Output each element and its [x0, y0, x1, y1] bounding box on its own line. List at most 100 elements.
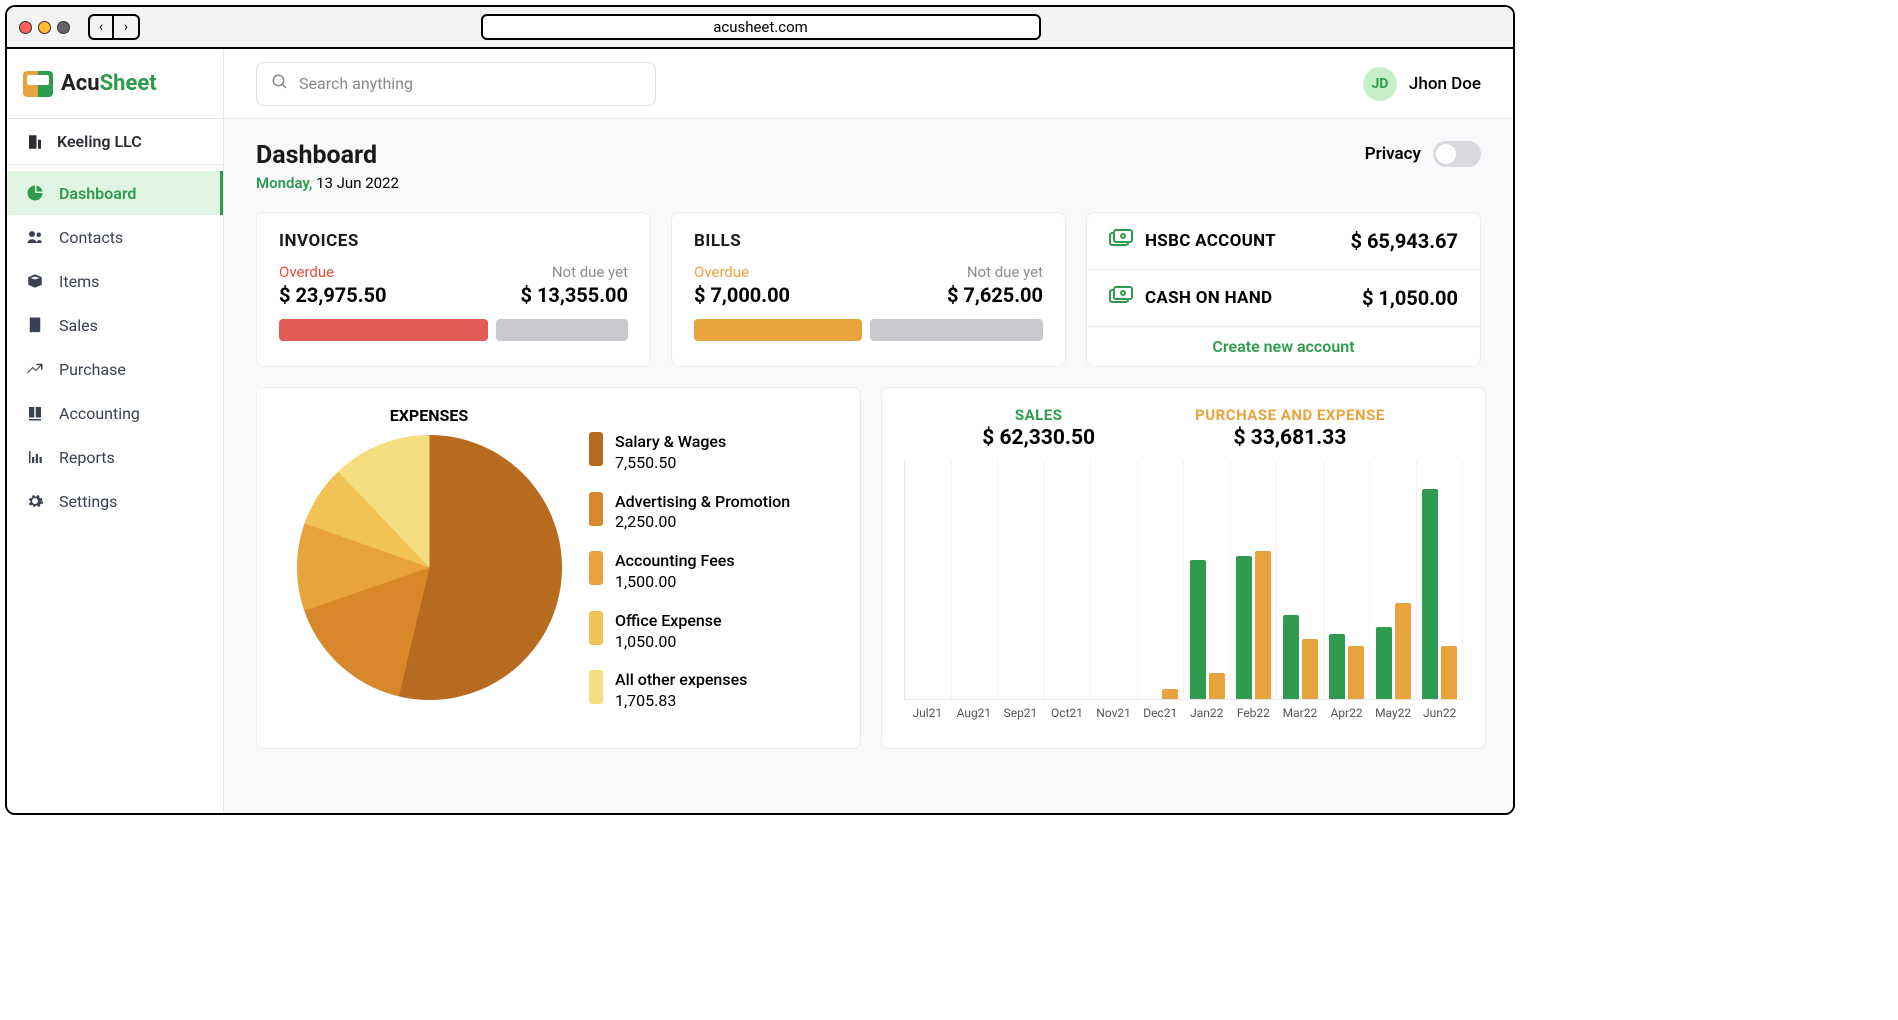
privacy-label: Privacy — [1365, 144, 1421, 164]
page-title: Dashboard — [256, 141, 399, 170]
legend-value: 1,705.83 — [615, 691, 747, 712]
bar-group — [1045, 460, 1092, 699]
user-menu[interactable]: JD Jhon Doe — [1363, 67, 1481, 101]
x-axis-label: Aug21 — [951, 706, 998, 720]
search-icon — [271, 73, 289, 95]
bar-group — [952, 460, 999, 699]
bills-title: BILLS — [694, 231, 1043, 251]
sidebar-item-accounting[interactable]: Accounting — [7, 391, 223, 435]
sidebar-item-label: Settings — [59, 492, 117, 511]
box-icon — [25, 271, 45, 291]
minimize-icon[interactable] — [38, 21, 51, 34]
chart-bar — [1376, 627, 1392, 699]
legend-item: Accounting Fees1,500.00 — [589, 551, 838, 593]
x-axis-label: Jun22 — [1416, 706, 1463, 720]
url-bar[interactable]: acusheet.com — [481, 14, 1041, 40]
sidebar-item-label: Sales — [59, 316, 98, 335]
x-axis-label: Oct21 — [1044, 706, 1091, 720]
page-date: Monday, 13 Jun 2022 — [256, 174, 399, 192]
app-logo[interactable]: AcuSheet — [7, 49, 223, 119]
invoices-overdue-value: $ 23,975.50 — [279, 283, 387, 307]
account-row[interactable]: HSBC ACCOUNT $ 65,943.67 — [1087, 213, 1480, 270]
bar-group — [1277, 460, 1324, 699]
chart-bar — [1302, 639, 1318, 699]
search-placeholder: Search anything — [299, 74, 413, 93]
sidebar-item-sales[interactable]: Sales — [7, 303, 223, 347]
account-name: HSBC ACCOUNT — [1145, 231, 1276, 251]
bar-group — [1370, 460, 1417, 699]
legend-name: Salary & Wages — [615, 432, 726, 453]
notdue-bar — [870, 319, 1043, 341]
company-name: Keeling LLC — [57, 132, 142, 151]
nav-forward-button[interactable]: › — [114, 16, 138, 38]
pie-icon — [25, 183, 45, 203]
chart-bar — [1162, 689, 1178, 699]
sidebar-item-purchase[interactable]: Purchase — [7, 347, 223, 391]
x-axis-label: Jul21 — [904, 706, 951, 720]
x-axis-label: Mar22 — [1277, 706, 1324, 720]
x-axis-label: Nov21 — [1090, 706, 1137, 720]
invoices-notdue-label: Not due yet — [521, 263, 629, 281]
chart-bar — [1348, 646, 1364, 699]
account-value: $ 65,943.67 — [1351, 229, 1459, 253]
bar-group — [1417, 460, 1464, 699]
browser-titlebar: ‹ › acusheet.com — [7, 7, 1513, 49]
legend-swatch — [589, 670, 603, 704]
sidebar-item-label: Dashboard — [59, 184, 136, 203]
chart-bar — [1283, 615, 1299, 699]
legend-name: Office Expense — [615, 611, 722, 632]
invoices-notdue-value: $ 13,355.00 — [521, 283, 629, 307]
maximize-icon[interactable] — [57, 21, 70, 34]
bar-group — [998, 460, 1045, 699]
bills-overdue-value: $ 7,000.00 — [694, 283, 790, 307]
chart-bar — [1236, 556, 1252, 699]
chart-bar — [1190, 560, 1206, 699]
notdue-bar — [496, 319, 628, 341]
invoices-title: INVOICES — [279, 231, 628, 251]
legend-item: Office Expense1,050.00 — [589, 611, 838, 653]
book-icon — [25, 403, 45, 423]
account-row[interactable]: CASH ON HAND$ 1,050.00 — [1087, 270, 1480, 327]
sidebar-item-contacts[interactable]: Contacts — [7, 215, 223, 259]
legend-swatch — [589, 432, 603, 466]
bills-notdue-label: Not due yet — [947, 263, 1043, 281]
legend-name: Advertising & Promotion — [615, 492, 790, 513]
bar-group — [1091, 460, 1138, 699]
sidebar-item-label: Items — [59, 272, 99, 291]
privacy-toggle[interactable] — [1433, 141, 1481, 167]
nav-back-button[interactable]: ‹ — [90, 16, 114, 38]
expenses-pie-chart — [297, 435, 562, 700]
cash-icon — [1109, 229, 1133, 253]
bar-group — [1138, 460, 1185, 699]
chart-bar — [1209, 673, 1225, 699]
sales-purchase-card: SALES $ 62,330.50 PURCHASE AND EXPENSE $… — [881, 387, 1486, 749]
sidebar-item-label: Contacts — [59, 228, 123, 247]
create-account-link[interactable]: Create new account — [1087, 327, 1480, 366]
sidebar-item-items[interactable]: Items — [7, 259, 223, 303]
cash-icon — [1109, 286, 1133, 310]
user-name: Jhon Doe — [1409, 74, 1481, 94]
sidebar-item-dashboard[interactable]: Dashboard — [7, 171, 223, 215]
invoices-card: INVOICES Overdue $ 23,975.50 Not due yet… — [256, 212, 651, 367]
sidebar-item-reports[interactable]: Reports — [7, 435, 223, 479]
bills-card: BILLS Overdue $ 7,000.00 Not due yet $ 7… — [671, 212, 1066, 367]
gear-icon — [25, 491, 45, 511]
invoices-overdue-label: Overdue — [279, 263, 387, 281]
bills-overdue-label: Overdue — [694, 263, 790, 281]
legend-value: 7,550.50 — [615, 453, 726, 474]
company-selector[interactable]: Keeling LLC — [7, 119, 223, 165]
expenses-card: EXPENSES Salary & Wages7,550.50 Advertisi… — [256, 387, 861, 749]
account-value: $ 1,050.00 — [1362, 286, 1458, 310]
close-icon[interactable] — [19, 21, 32, 34]
legend-swatch — [589, 611, 603, 645]
sidebar: AcuSheet Keeling LLC Dashboard Contacts It… — [7, 49, 224, 813]
chart-bar — [1255, 551, 1271, 699]
bar-group — [1231, 460, 1278, 699]
legend-item: Salary & Wages7,550.50 — [589, 432, 838, 474]
expenses-title: EXPENSES — [279, 406, 579, 425]
x-axis-label: Dec21 — [1137, 706, 1184, 720]
bar-group — [1184, 460, 1231, 699]
search-input[interactable]: Search anything — [256, 62, 656, 106]
sidebar-item-settings[interactable]: Settings — [7, 479, 223, 523]
x-axis-label: May22 — [1370, 706, 1417, 720]
